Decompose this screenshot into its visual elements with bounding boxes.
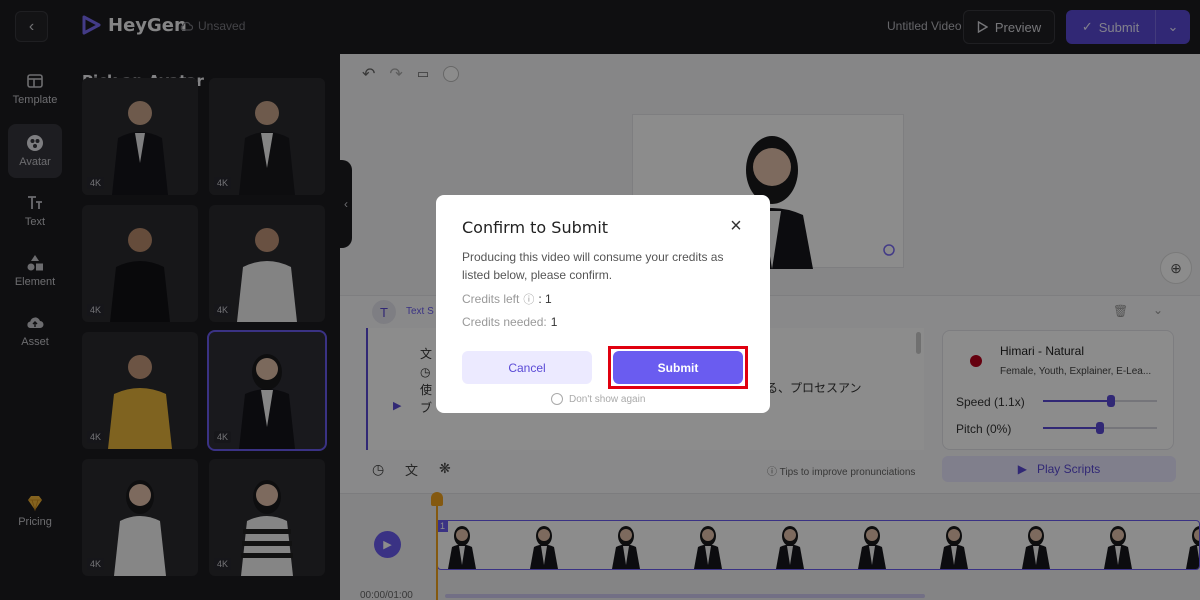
credits-left-label: Credits left bbox=[462, 292, 520, 306]
submit-highlight-box bbox=[608, 346, 748, 389]
dont-show-again-option[interactable]: Don't show again bbox=[551, 393, 645, 405]
cancel-button[interactable]: Cancel bbox=[462, 351, 592, 384]
info-icon[interactable]: ⓘ bbox=[523, 291, 534, 307]
credits-needed-value: 1 bbox=[550, 315, 558, 329]
radio-circle[interactable] bbox=[551, 393, 563, 405]
dialog-description: Producing this video will consume your c… bbox=[462, 250, 724, 282]
close-icon[interactable]: × bbox=[726, 216, 746, 236]
credits-needed-label: Credits needed: bbox=[462, 315, 547, 329]
credits-left-row: Credits left ⓘ : 1 bbox=[462, 291, 552, 307]
dont-show-label: Don't show again bbox=[569, 393, 646, 405]
dialog-title: Confirm to Submit bbox=[462, 218, 609, 237]
credits-left-value: : 1 bbox=[538, 292, 552, 306]
credits-needed-row: Credits needed: 1 bbox=[462, 315, 557, 329]
